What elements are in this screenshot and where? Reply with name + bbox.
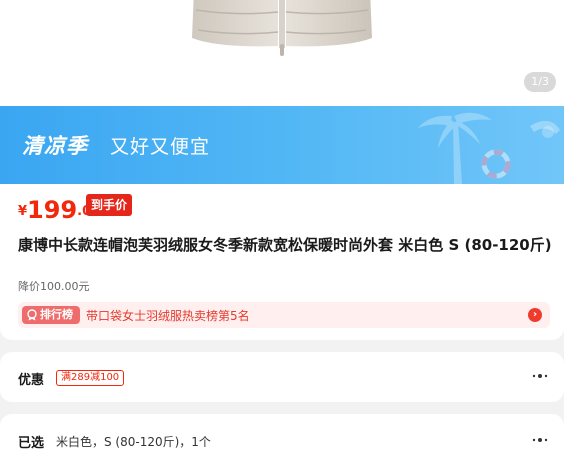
chevron-right-icon: › (528, 308, 542, 322)
banner-subtitle: 又好又便宜 (110, 136, 211, 158)
discount-row[interactable]: 优惠 满289减100 (0, 352, 564, 402)
product-image-gallery[interactable]: 1/3 (0, 0, 564, 106)
price-currency: ¥ (18, 204, 28, 219)
ranking-text: 带口袋女士羽绒服热卖榜第5名 (86, 309, 250, 323)
price-card: ¥ 199 .00 到手价 康博中长款连帽泡芙羽绒服女冬季新款宽松保暖时尚外套 … (0, 184, 564, 340)
image-page-indicator: 1/3 (524, 72, 556, 92)
price-integer: 199 (27, 196, 78, 224)
product-detail-page: 1/3 清凉季 又好又便宜 ¥ 199 .00 到手价 (0, 0, 564, 475)
price-reduction: 降价100.00元 (18, 280, 90, 293)
product-title: 康博中长款连帽泡芙羽绒服女冬季新款宽松保暖时尚外套 米白色 S (80-120斤… (18, 236, 552, 254)
coupon-tag: 满289减100 (56, 370, 125, 386)
more-icon (532, 374, 548, 378)
discount-label: 优惠 (18, 373, 45, 388)
selected-spec-row[interactable]: 已选 米白色，S (80-120斤)，1个 (0, 414, 564, 475)
ranking-bar[interactable]: 排行榜 带口袋女士羽绒服热卖榜第5名 › (18, 302, 550, 328)
palm-tree-icon (418, 112, 560, 184)
promo-banner[interactable]: 清凉季 又好又便宜 (0, 106, 564, 184)
more-icon (532, 438, 548, 442)
ranking-badge-label: 排行榜 (40, 308, 73, 321)
banner-title: 清凉季 (22, 134, 88, 158)
product-image (192, 0, 372, 56)
final-price-tag: 到手价 (86, 194, 133, 216)
selected-label: 已选 (18, 436, 45, 451)
ranking-badge: 排行榜 (22, 306, 80, 324)
ranking-icon (27, 309, 37, 321)
selected-spec-value: 米白色，S (80-120斤)，1个 (56, 435, 211, 449)
